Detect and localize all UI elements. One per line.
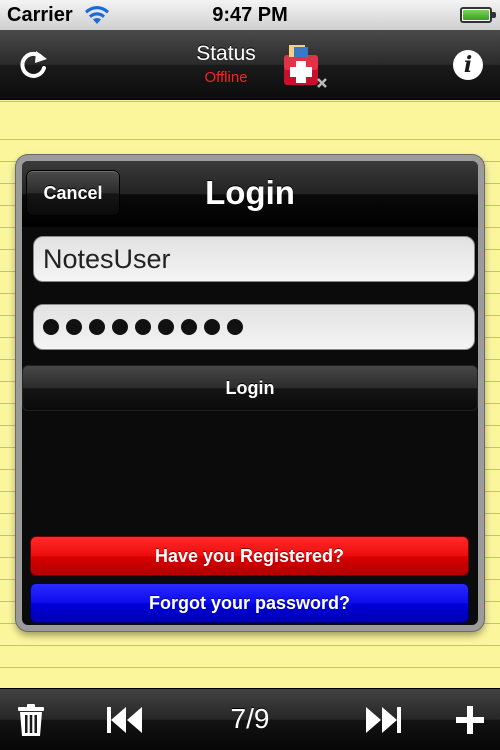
password-dot bbox=[204, 319, 220, 335]
password-dot bbox=[135, 319, 151, 335]
cancel-button[interactable]: Cancel bbox=[26, 170, 120, 216]
skip-forward-icon[interactable] bbox=[364, 705, 402, 735]
page-indicator: 7/9 bbox=[230, 703, 270, 734]
status-bar: Carrier 9:47 PM bbox=[0, 0, 500, 30]
password-dot bbox=[66, 319, 82, 335]
login-dialog: Login Cancel NotesUser Login Have you Re… bbox=[16, 155, 484, 631]
password-dot bbox=[227, 319, 243, 335]
password-dots bbox=[43, 305, 474, 349]
have-you-registered-button[interactable]: Have you Registered? bbox=[30, 536, 469, 576]
password-dot bbox=[158, 319, 174, 335]
password-field[interactable] bbox=[33, 304, 475, 350]
nav-bar: Status Offline i bbox=[0, 30, 500, 100]
clock: 9:47 PM bbox=[212, 4, 288, 26]
battery-icon bbox=[460, 7, 496, 23]
password-dot bbox=[112, 319, 128, 335]
forgot-password-button[interactable]: Forgot your password? bbox=[30, 583, 469, 623]
password-dot bbox=[43, 319, 59, 335]
status-label: Status bbox=[196, 42, 256, 65]
skip-back-icon[interactable] bbox=[106, 705, 144, 735]
password-dot bbox=[89, 319, 105, 335]
bottom-toolbar: 7/9 bbox=[0, 688, 500, 750]
username-field[interactable]: NotesUser bbox=[33, 236, 475, 282]
connection-status: Offline bbox=[204, 69, 248, 86]
sync-app-icon[interactable] bbox=[282, 43, 330, 91]
dialog-header: Login Cancel bbox=[22, 161, 478, 227]
refresh-icon[interactable] bbox=[16, 48, 50, 82]
plus-icon[interactable] bbox=[455, 705, 485, 735]
info-icon[interactable]: i bbox=[453, 50, 483, 80]
password-dot bbox=[181, 319, 197, 335]
login-button[interactable]: Login bbox=[22, 365, 478, 411]
trash-icon[interactable] bbox=[17, 703, 45, 737]
